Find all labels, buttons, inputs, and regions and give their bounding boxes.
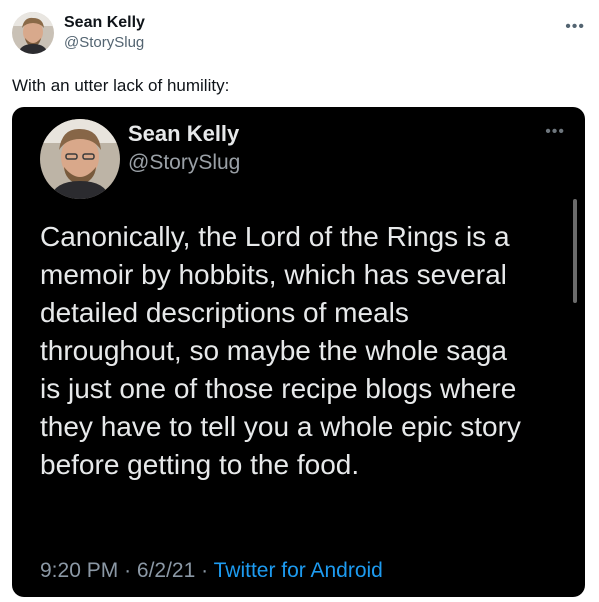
outer-tweet-text: With an utter lack of humility: — [12, 76, 230, 95]
more-horizontal-icon[interactable]: ••• — [545, 124, 565, 140]
outer-author-name[interactable]: Sean Kelly — [64, 13, 145, 33]
body-line: Canonically, the Lord of the Rings is a — [40, 221, 510, 252]
body-line: memoir by hobbits, which has several — [40, 259, 507, 290]
outer-tweet-header: Sean Kelly @StorySlug — [12, 12, 145, 54]
scrollbar[interactable] — [573, 199, 577, 303]
quoted-author-handle[interactable]: @StorySlug — [128, 151, 240, 175]
more-horizontal-icon[interactable]: ••• — [565, 19, 585, 35]
body-line: detailed descriptions of meals — [40, 297, 409, 328]
tweet-source-link[interactable]: Twitter for Android — [214, 559, 383, 582]
body-line: before getting to the food. — [40, 449, 360, 480]
tweet-metadata: 9:20 PM · 6/2/21 · Twitter for Android — [40, 559, 383, 583]
body-line: throughout, so maybe the whole saga — [40, 335, 507, 366]
outer-author-handle[interactable]: @StorySlug — [64, 33, 145, 53]
body-line: is just one of those recipe blogs where — [40, 373, 517, 404]
quoted-avatar[interactable] — [40, 119, 120, 199]
tweet-date[interactable]: 6/2/21 — [137, 559, 195, 582]
quoted-tweet-body: Canonically, the Lord of the Rings is a … — [40, 218, 560, 484]
quoted-author-name[interactable]: Sean Kelly — [128, 121, 239, 147]
tweet-time[interactable]: 9:20 PM — [40, 559, 118, 582]
meta-separator: · — [124, 559, 132, 582]
quoted-tweet-card[interactable]: Sean Kelly @StorySlug ••• Canonically, t… — [12, 107, 585, 597]
meta-separator: · — [201, 559, 209, 582]
body-line: they have to tell you a whole epic story — [40, 411, 521, 442]
outer-avatar[interactable] — [12, 12, 54, 54]
